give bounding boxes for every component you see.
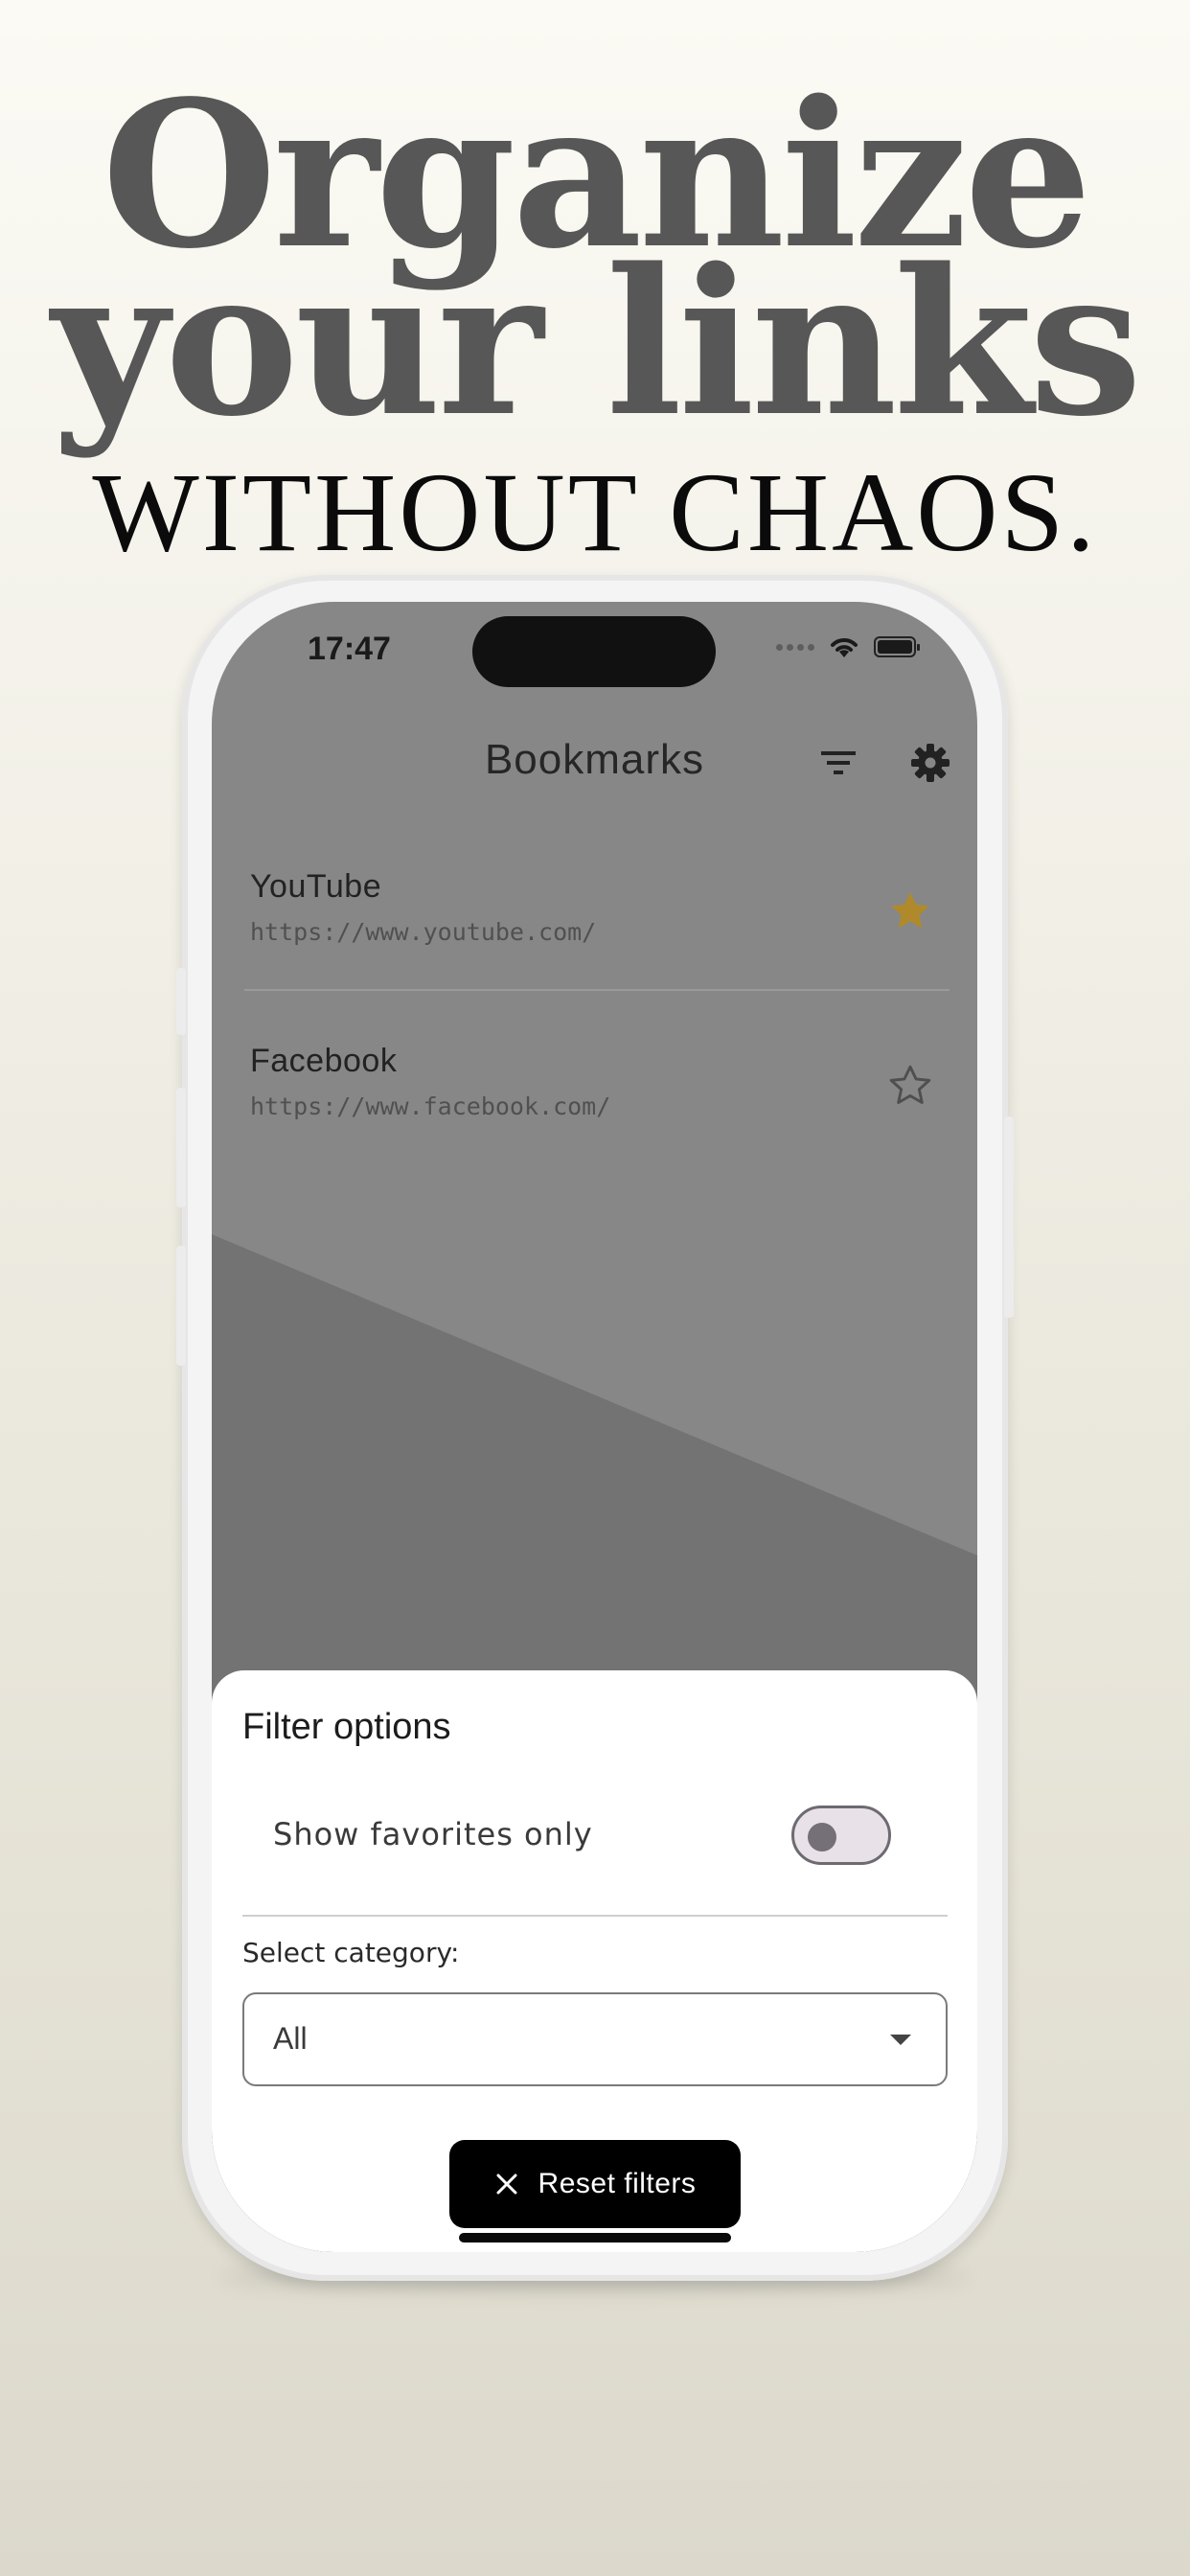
phone-side-button-volume-up [176, 1088, 186, 1208]
chevron-down-icon [890, 2035, 911, 2045]
phone-screen: 17:47 Bookmarks YouTube https://www.yout… [212, 602, 977, 2252]
dynamic-island [472, 616, 716, 687]
wifi-icon [831, 638, 858, 657]
home-indicator[interactable] [459, 2233, 731, 2242]
status-time: 17:47 [308, 631, 391, 667]
favorites-only-label: Show favorites only [273, 1816, 593, 1852]
reset-filters-button[interactable]: Reset filters [449, 2140, 741, 2228]
status-icons [776, 634, 920, 659]
bookmark-url: https://www.youtube.com/ [250, 918, 597, 946]
signal-dots-icon [776, 643, 814, 651]
close-icon [496, 2174, 517, 2195]
bookmark-url: https://www.facebook.com/ [250, 1092, 611, 1120]
hero-subheadline: WITHOUT CHAOS. [92, 449, 1098, 575]
category-selected-value: All [273, 2021, 308, 2056]
bookmark-name: YouTube [250, 868, 382, 905]
favorites-only-toggle[interactable] [791, 1806, 891, 1865]
filter-button[interactable] [812, 736, 865, 790]
sheet-title: Filter options [242, 1707, 451, 1747]
sheet-divider [242, 1915, 948, 1917]
star-outline-icon[interactable] [886, 1062, 934, 1110]
hero-headline: Organize your links [0, 75, 1190, 461]
phone-side-button-volume-down [176, 1246, 186, 1366]
bookmark-row-facebook[interactable]: Facebook https://www.facebook.com/ [250, 1043, 959, 1167]
battery-icon [874, 636, 920, 657]
phone-side-button-mute [176, 968, 186, 1035]
settings-button[interactable] [904, 736, 957, 790]
star-filled-icon[interactable] [886, 887, 934, 935]
filter-icon [821, 751, 856, 774]
toggle-knob [808, 1823, 836, 1852]
bookmark-name: Facebook [250, 1043, 398, 1079]
bookmark-row-youtube[interactable]: YouTube https://www.youtube.com/ [250, 868, 959, 993]
category-dropdown[interactable]: All [242, 1992, 948, 2086]
gear-icon [911, 744, 950, 782]
reset-filters-label: Reset filters [538, 2168, 697, 2199]
row-divider [244, 989, 950, 991]
phone-side-button-power [1004, 1116, 1014, 1318]
hero-line-2: your links [51, 224, 1142, 461]
category-label: Select category: [242, 1937, 460, 1968]
